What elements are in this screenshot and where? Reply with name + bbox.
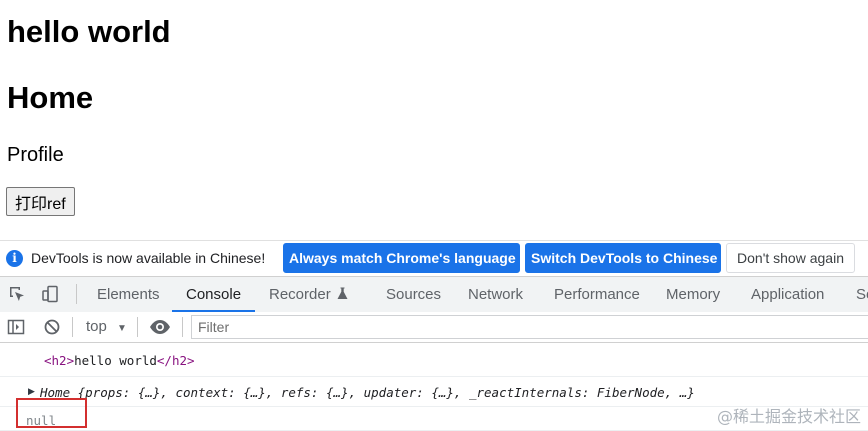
watermark: @稀土掘金技术社区: [716, 407, 861, 426]
toolbar-separator: [182, 317, 183, 337]
clear-console-icon[interactable]: [43, 318, 61, 336]
tab-separator: [76, 284, 77, 304]
tab-console[interactable]: Console: [171, 277, 256, 312]
tab-security-truncated[interactable]: Se: [856, 277, 868, 312]
inspect-element-icon[interactable]: [8, 285, 26, 303]
switch-to-chinese-button[interactable]: Switch DevTools to Chinese: [525, 243, 721, 273]
sidebar-toggle-icon[interactable]: [7, 318, 25, 336]
language-infobar: i DevTools is now available in Chinese! …: [0, 240, 868, 277]
context-selector[interactable]: top ▼: [86, 316, 127, 338]
tab-performance[interactable]: Performance: [554, 277, 640, 312]
hello-world-heading: hello world: [7, 14, 171, 49]
null-highlight-box: [16, 398, 87, 428]
tab-memory[interactable]: Memory: [666, 277, 720, 312]
device-toolbar-icon[interactable]: [41, 285, 59, 303]
tab-network[interactable]: Network: [468, 277, 523, 312]
h2-text: hello world: [74, 353, 157, 368]
tab-application[interactable]: Application: [751, 277, 824, 312]
h2-element-preview: <h2>hello world</h2>: [44, 353, 195, 368]
print-ref-button[interactable]: 打印ref: [6, 187, 75, 216]
toolbar-separator: [137, 317, 138, 337]
h2-close-tag: </h2>: [156, 353, 195, 368]
dropdown-arrow-icon: ▼: [117, 323, 127, 334]
tab-elements[interactable]: Elements: [97, 277, 160, 312]
toolbar-separator: [72, 317, 73, 337]
filter-input[interactable]: [191, 315, 868, 339]
h2-open-tag: <h2>: [44, 353, 75, 368]
info-icon: i: [6, 250, 23, 267]
flask-icon: [337, 278, 348, 313]
tab-recorder-label: Recorder: [269, 286, 331, 303]
always-match-language-button[interactable]: Always match Chrome's language: [283, 243, 520, 273]
devtools-panel: i DevTools is now available in Chinese! …: [0, 240, 868, 431]
tab-recorder[interactable]: Recorder: [269, 277, 348, 312]
context-value: top: [86, 318, 107, 335]
devtools-tab-bar: Elements Console Recorder Sources Networ…: [0, 276, 868, 313]
home-heading: Home: [7, 80, 94, 115]
object-properties: {props: {…}, context: {…}, refs: {…}, up…: [77, 385, 695, 400]
infobar-message: DevTools is now available in Chinese!: [31, 250, 266, 266]
tab-sources[interactable]: Sources: [386, 277, 441, 312]
log-line-h2[interactable]: <h2>hello world</h2>: [0, 343, 868, 377]
dont-show-again-button[interactable]: Don't show again: [726, 243, 855, 273]
console-toolbar: top ▼: [0, 312, 868, 343]
page-content: hello world Home Profile 打印ref: [0, 0, 868, 240]
live-expression-eye-icon[interactable]: [149, 318, 171, 336]
expand-arrow-icon[interactable]: ▶: [28, 387, 35, 397]
profile-text: Profile: [7, 144, 64, 166]
object-preview: Home {props: {…}, context: {…}, refs: {……: [40, 385, 695, 400]
